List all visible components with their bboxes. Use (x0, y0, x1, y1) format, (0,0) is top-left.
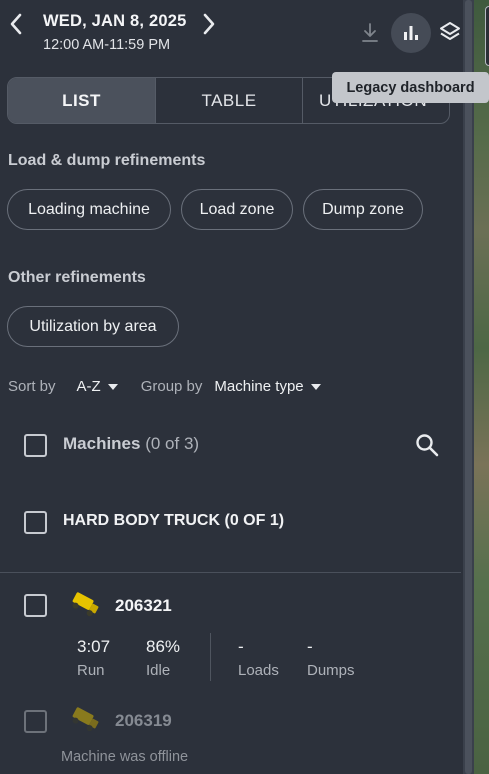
scrollbar-thumb[interactable] (465, 0, 472, 774)
run-label: Run (77, 662, 105, 679)
machine-checkbox[interactable] (24, 710, 47, 733)
caret-down-icon (107, 383, 118, 390)
group-select[interactable]: Machine type (214, 378, 321, 395)
chip-load-zone[interactable]: Load zone (181, 189, 293, 230)
run-value: 3:07 (77, 637, 111, 656)
machines-count: (0 of 3) (145, 434, 200, 453)
time-range: 12:00 AM-11:59 PM (43, 37, 171, 53)
group-checkbox[interactable] (24, 511, 47, 534)
chip-loading-machine[interactable]: Loading machine (7, 189, 171, 230)
bar-chart-icon[interactable] (391, 13, 431, 53)
sort-select[interactable]: A-Z (77, 378, 118, 395)
chip-utilization-by-area[interactable]: Utilization by area (7, 306, 179, 347)
machine-id[interactable]: 206319 (115, 711, 172, 731)
loads-label: Loads (238, 662, 279, 679)
other-refinements-title: Other refinements (8, 269, 146, 286)
map-view[interactable] (474, 0, 489, 774)
date-title[interactable]: WED, JAN 8, 2025 (43, 12, 187, 31)
map-control[interactable] (485, 6, 489, 66)
load-dump-title: Load & dump refinements (8, 152, 206, 169)
machines-heading: Machines (0 of 3) (63, 434, 199, 454)
tab-list[interactable]: LIST (8, 78, 156, 123)
idle-label: Idle (146, 662, 171, 679)
machine-id[interactable]: 206321 (115, 596, 172, 616)
side-panel: WED, JAN 8, 2025 12:00 AM-11:59 PM LIST … (0, 0, 463, 774)
machines-label: Machines (63, 434, 141, 453)
group-heading[interactable]: HARD BODY TRUCK (0 OF 1) (63, 512, 284, 530)
divider (0, 572, 461, 573)
dump-truck-icon (69, 591, 101, 619)
dump-truck-icon (69, 706, 101, 734)
offline-note: Machine was offline (61, 749, 189, 765)
chevron-left-icon[interactable] (6, 10, 26, 38)
loads-value: - (238, 637, 244, 656)
sort-label: Sort by (8, 378, 56, 395)
dumps-value: - (307, 637, 313, 656)
chip-dump-zone[interactable]: Dump zone (303, 189, 423, 230)
machine-checkbox[interactable] (24, 594, 47, 617)
download-icon[interactable] (358, 20, 382, 46)
group-value: Machine type (214, 378, 304, 395)
layers-icon[interactable] (437, 19, 463, 45)
legacy-dashboard-tooltip: Legacy dashboard (332, 72, 489, 103)
chevron-right-icon[interactable] (199, 10, 219, 38)
caret-down-icon (310, 383, 321, 390)
stats-divider (210, 633, 211, 681)
idle-value: 86% (146, 637, 181, 656)
search-icon[interactable] (414, 432, 440, 458)
group-label: Group by (140, 378, 203, 395)
sort-group-row: Sort by A-Z Group by Machine type (8, 378, 321, 395)
tab-table[interactable]: TABLE (156, 78, 303, 123)
dumps-label: Dumps (307, 662, 355, 679)
select-all-checkbox[interactable] (24, 434, 47, 457)
sort-value: A-Z (76, 378, 101, 395)
